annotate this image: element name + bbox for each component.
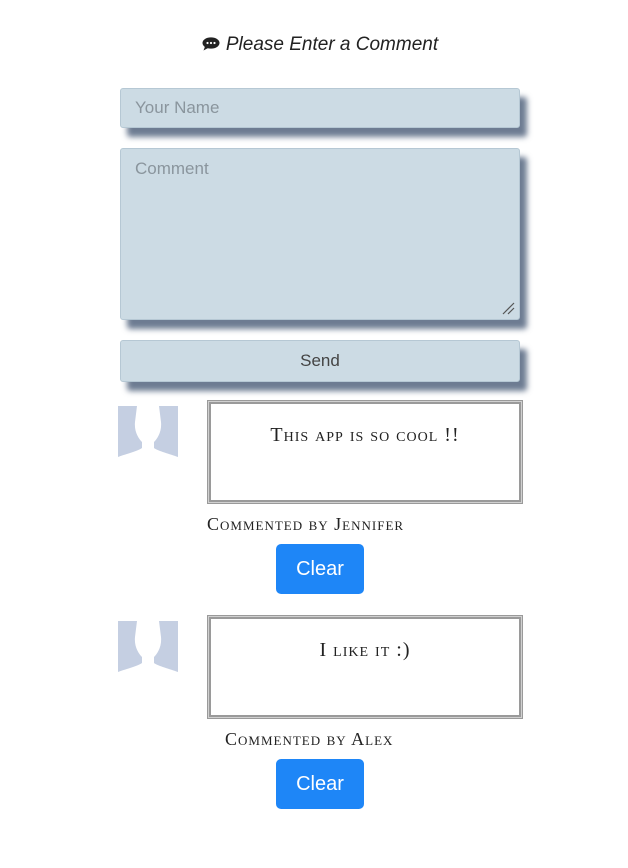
name-input[interactable] bbox=[120, 88, 520, 128]
send-button[interactable]: Send bbox=[120, 340, 520, 382]
resize-grip-icon[interactable] bbox=[500, 300, 516, 316]
comment-author: Commented by Jennifer bbox=[207, 514, 405, 534]
clear-button[interactable]: Clear bbox=[276, 544, 364, 594]
comment-text-box: I like it :) bbox=[207, 615, 523, 719]
comment-entry: I like it :) Commented by Alex Clear bbox=[0, 615, 628, 815]
comment-icon bbox=[202, 37, 220, 51]
avatar bbox=[118, 621, 178, 679]
avatar bbox=[118, 406, 178, 464]
comment-entry: This app is so cool !! Commented by Jenn… bbox=[0, 400, 628, 600]
comment-text: This app is so cool !! bbox=[270, 424, 460, 446]
comment-text: I like it :) bbox=[319, 639, 411, 661]
comment-author: Commented by Alex bbox=[225, 729, 394, 749]
comment-text-box: This app is so cool !! bbox=[207, 400, 523, 504]
form-heading-text: Please Enter a Comment bbox=[225, 34, 439, 55]
clear-button[interactable]: Clear bbox=[276, 759, 364, 809]
comment-input[interactable] bbox=[120, 148, 520, 320]
form-heading: Please Enter a Comment bbox=[0, 34, 628, 56]
